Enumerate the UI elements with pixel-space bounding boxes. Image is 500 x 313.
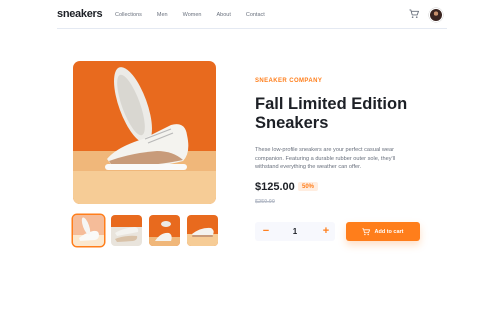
product-description: These low-profile sneakers are your perf… [255, 147, 396, 170]
nav-collections[interactable]: Collections [115, 12, 142, 18]
thumbnail-strip [73, 215, 225, 246]
thumbnail-1[interactable] [73, 215, 104, 246]
add-to-cart-button[interactable]: Add to cart [346, 222, 420, 241]
quantity-stepper: − 1 + [255, 222, 335, 241]
quantity-value: 1 [292, 227, 298, 236]
increase-quantity-button[interactable]: + [321, 225, 331, 237]
cart-icon [362, 227, 371, 235]
thumbnail-3[interactable] [149, 215, 180, 246]
company-name: SNEAKER COMPANY [255, 78, 323, 84]
thumbnail-2[interactable] [111, 215, 142, 246]
current-price: $125.00 [255, 181, 295, 193]
logo[interactable]: sneakers [57, 8, 103, 20]
main-nav: Collections Men Women About Contact [115, 12, 280, 18]
nav-contact[interactable]: Contact [246, 12, 265, 18]
nav-about[interactable]: About [216, 12, 230, 18]
user-avatar[interactable] [429, 8, 443, 22]
cart-icon[interactable] [409, 9, 419, 19]
thumbnail-4[interactable] [187, 215, 218, 246]
nav-men[interactable]: Men [157, 12, 168, 18]
nav-women[interactable]: Women [183, 12, 202, 18]
product-title: Fall Limited Edition Sneakers [255, 95, 408, 132]
discount-badge: 50% [298, 182, 319, 191]
original-price: $250.00 [255, 199, 275, 205]
add-to-cart-label: Add to cart [374, 228, 404, 235]
site-header: sneakers Collections Men Women About Con… [57, 0, 447, 29]
decrease-quantity-button[interactable]: − [261, 225, 271, 237]
sneaker-photo [73, 61, 216, 204]
main-product-image[interactable] [73, 61, 216, 204]
